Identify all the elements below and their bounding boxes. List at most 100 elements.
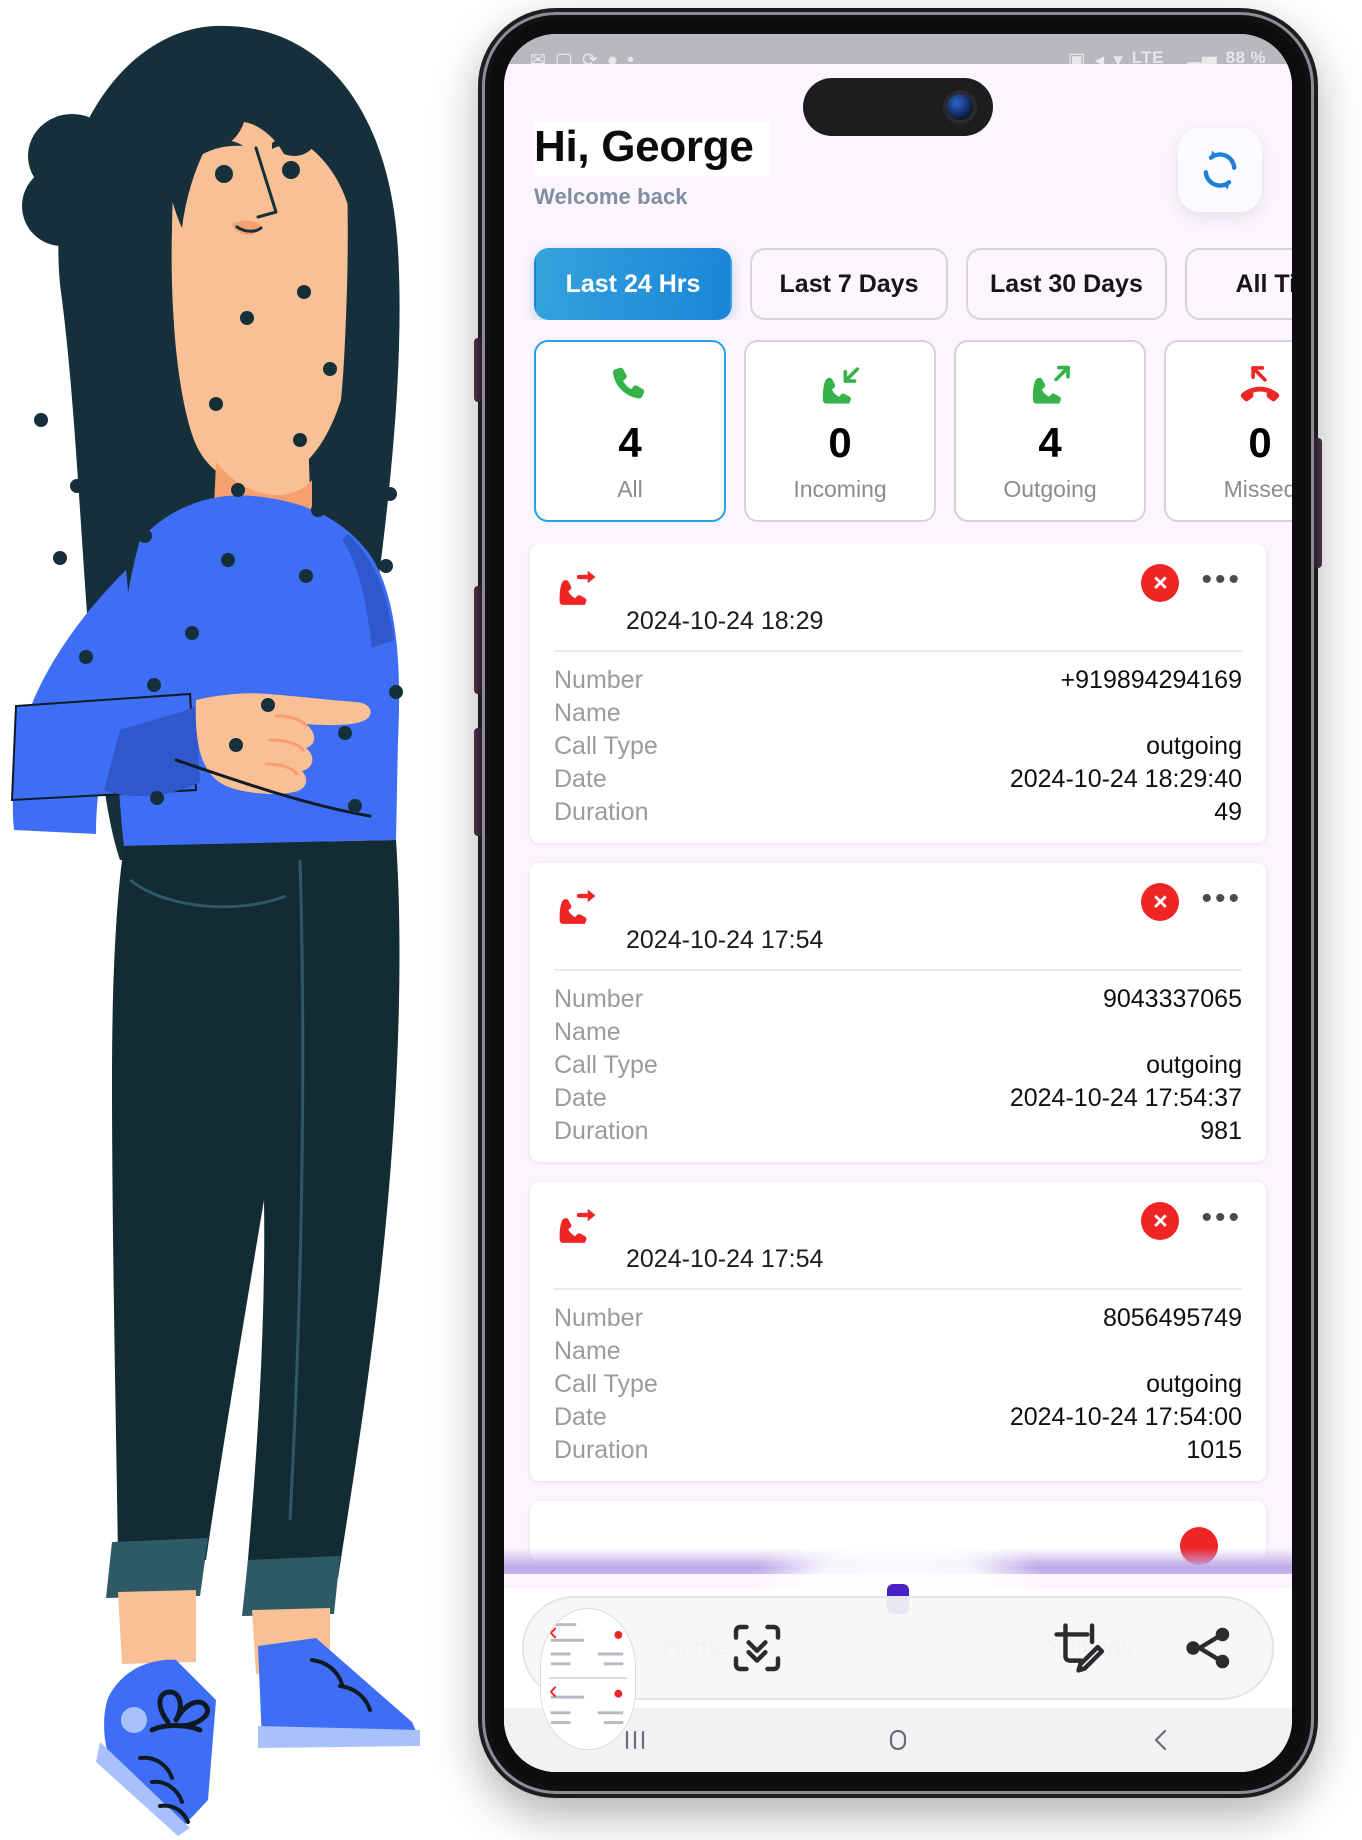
phone-outgoing-red-icon (554, 1200, 608, 1248)
detail-row-name: Name (554, 1335, 1242, 1368)
detail-row-number: Number 9043337065 (554, 983, 1242, 1016)
stat-label: Missed (1223, 475, 1292, 502)
home-button-icon[interactable] (881, 1725, 915, 1755)
phone-volume-down-button[interactable] (474, 728, 482, 836)
stat-card-outgoing[interactable]: 4 Outgoing (954, 340, 1146, 522)
mute-icon: ◂ (1094, 49, 1105, 64)
nav-item-home[interactable]: Home (663, 1634, 727, 1662)
call-log-card[interactable]: 2024-10-24 18:29 × ••• Number +919894294… (530, 544, 1266, 843)
wifi-off-icon: ▾ (1113, 49, 1123, 64)
filter-tab-all-time[interactable]: All Time (1184, 248, 1292, 320)
detail-value: +919894294169 (1060, 666, 1242, 694)
detail-row-duration: Duration 981 (554, 1115, 1242, 1148)
front-camera-icon (947, 94, 973, 120)
filter-tab-last-7-days[interactable]: Last 7 Days (750, 248, 948, 320)
phone-volume-up-button[interactable] (474, 586, 482, 694)
delete-call-button[interactable]: × (1141, 883, 1180, 921)
call-card-header: 2024-10-24 18:29 × ••• (554, 562, 1242, 638)
status-bar-right-icons: ▣ ◂ ▾ LTE ▁▃▅ 88 % (1067, 42, 1266, 64)
detail-value: 2024-10-24 17:54:37 (1009, 1084, 1242, 1112)
detail-label: Duration (554, 1117, 649, 1145)
recents-icon[interactable] (618, 1725, 652, 1755)
stat-count: 4 (618, 418, 642, 466)
detail-row-call-type: Call Type outgoing (554, 1049, 1242, 1082)
detail-row-call-type: Call Type outgoing (554, 730, 1242, 763)
detail-row-date: Date 2024-10-24 17:54:00 (554, 1401, 1242, 1434)
screenshot-icon: ▣ (1067, 49, 1086, 64)
more-options-icon[interactable]: ••• (1201, 1202, 1242, 1233)
signal-bars-icon: ▁▃▅ (1172, 49, 1217, 64)
detail-label: Date (554, 765, 607, 793)
stat-label: Incoming (793, 475, 887, 502)
detail-label: Name (554, 699, 621, 727)
screenshot-root: ✉ ▢ ⟳ ● • ▣ ◂ ▾ LTE ▁▃▅ 88 % Hi, George … (0, 0, 1362, 1840)
status-bar-left-icons: ✉ ▢ ⟳ ● • (530, 46, 634, 64)
phone-mute-switch[interactable] (474, 338, 482, 402)
detail-value: outgoing (1146, 1370, 1242, 1398)
battery-label: 88 % (1225, 48, 1266, 64)
detail-value: outgoing (1146, 732, 1242, 760)
phone-screen: ✉ ▢ ⟳ ● • ▣ ◂ ▾ LTE ▁▃▅ 88 % Hi, George … (504, 34, 1292, 1772)
phone-outgoing-icon (1027, 360, 1073, 412)
call-card-actions: × ••• (1141, 1200, 1242, 1240)
call-card-header: 2024-10-24 17:54 × ••• (554, 881, 1242, 957)
detail-value: 2024-10-24 18:29:40 (1009, 765, 1242, 793)
detail-value: 2024-10-24 17:54:00 (1009, 1403, 1242, 1431)
call-timestamp: 2024-10-24 18:29 (626, 607, 824, 635)
detail-row-date: Date 2024-10-24 17:54:37 (554, 1082, 1242, 1115)
delete-call-button[interactable]: × (1141, 1202, 1180, 1240)
phone-icon (607, 360, 653, 412)
more-options-icon[interactable]: ••• (1201, 564, 1242, 595)
stat-count: 0 (1248, 418, 1272, 466)
call-card-header: 2024-10-24 17:54 × ••• (554, 1200, 1242, 1276)
phone-incoming-icon (817, 360, 863, 412)
capture-highlight-strip (504, 1548, 1292, 1574)
more-options-icon[interactable]: ••• (1201, 883, 1242, 914)
sync-icon: ⟳ (581, 49, 598, 64)
detail-label: Duration (554, 798, 649, 826)
detail-label: Number (554, 985, 643, 1013)
call-log-card[interactable]: 2024-10-24 17:54 × ••• Number 9043337065 (530, 863, 1266, 1162)
stat-card-all[interactable]: 4 All (534, 340, 726, 522)
filter-tab-last-24-hrs[interactable]: Last 24 Hrs (534, 248, 732, 320)
woman-pointing-illustration (0, 0, 470, 1840)
detail-value: 981 (1200, 1117, 1242, 1145)
delete-call-button[interactable]: × (1141, 564, 1180, 602)
detail-row-duration: Duration 1015 (554, 1434, 1242, 1467)
detail-label: Call Type (554, 732, 658, 760)
detail-row-call-type: Call Type outgoing (554, 1368, 1242, 1401)
greeting-block: Hi, George Welcome back (534, 122, 770, 210)
divider (554, 969, 1242, 971)
message-icon: ✉ (530, 49, 546, 64)
detail-row-number: Number +919894294169 (554, 664, 1242, 697)
divider (554, 1288, 1242, 1290)
android-navigation-bar (504, 1708, 1292, 1772)
phone-power-button[interactable] (1314, 438, 1322, 568)
detail-value: 8056495749 (1102, 1304, 1242, 1332)
detail-value: 1015 (1186, 1436, 1242, 1464)
detail-label: Name (554, 1337, 621, 1365)
call-log-card[interactable]: 2024-10-24 17:54 × ••• Number 8056495749 (530, 1182, 1266, 1481)
stat-label: All (617, 475, 643, 502)
phone-missed-icon (1237, 360, 1283, 412)
dot-icon: • (627, 49, 634, 64)
call-card-actions: × ••• (1141, 562, 1242, 602)
detail-label: Number (554, 666, 643, 694)
detail-label: Name (554, 1018, 621, 1046)
detail-row-name: Name (554, 1016, 1242, 1049)
stat-card-incoming[interactable]: 0 Incoming (744, 340, 936, 522)
call-timestamp: 2024-10-24 17:54 (626, 1245, 824, 1273)
refresh-button[interactable] (1178, 128, 1262, 212)
detail-value: 49 (1214, 798, 1242, 826)
detail-row-name: Name (554, 697, 1242, 730)
stat-card-missed[interactable]: 0 Missed (1164, 340, 1292, 522)
back-icon[interactable] (1144, 1725, 1178, 1755)
call-timestamp: 2024-10-24 17:54 (626, 926, 824, 954)
detail-label: Call Type (554, 1370, 658, 1398)
image-icon: ▢ (554, 49, 573, 64)
nav-item-settings[interactable]: Settings (1046, 1634, 1133, 1662)
stat-count: 4 (1038, 418, 1062, 466)
filter-tab-last-30-days[interactable]: Last 30 Days (966, 248, 1167, 320)
phone-mockup: ✉ ▢ ⟳ ● • ▣ ◂ ▾ LTE ▁▃▅ 88 % Hi, George … (474, 8, 1322, 1798)
chat-icon: ● (606, 49, 619, 64)
